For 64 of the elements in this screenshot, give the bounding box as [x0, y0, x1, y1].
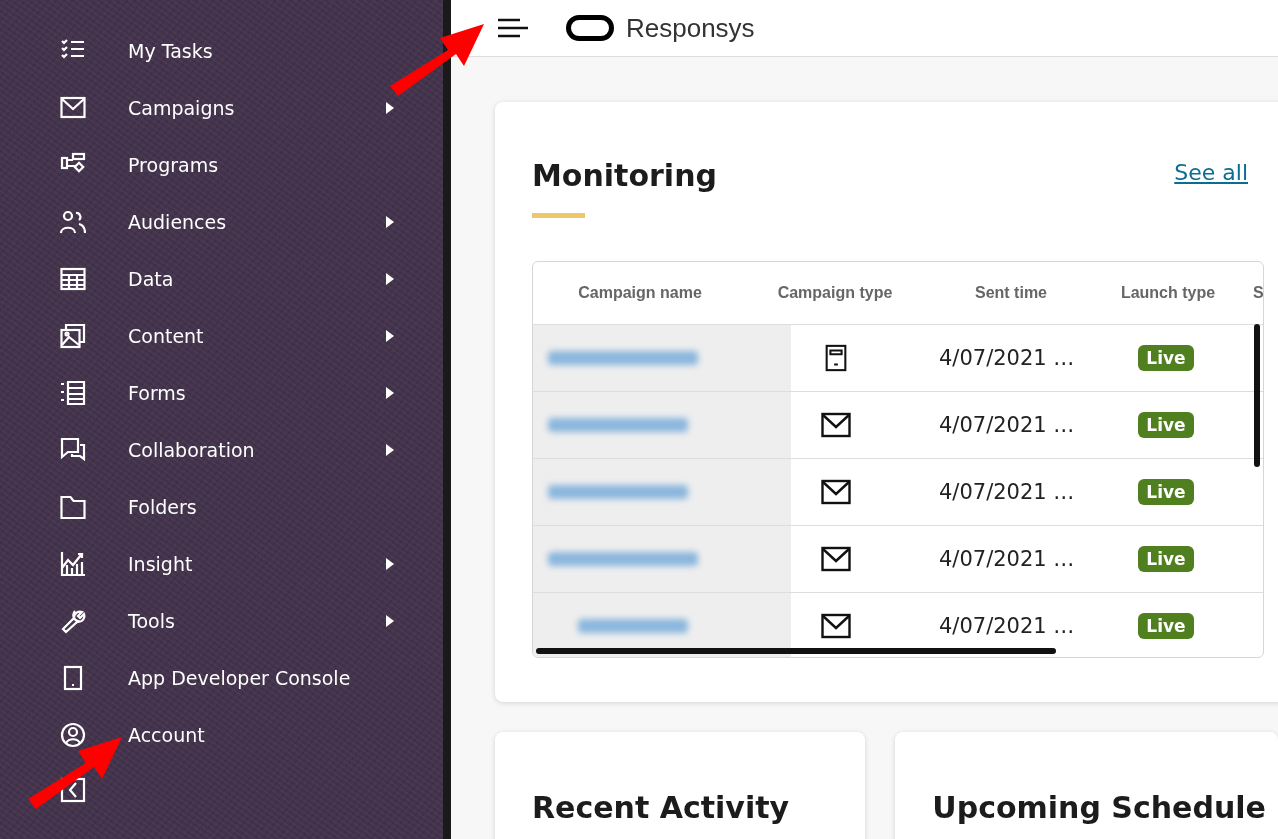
image-icon: [60, 322, 86, 349]
scrollbar[interactable]: [536, 648, 1056, 654]
mail-icon: [821, 478, 851, 506]
sidebar-item-label: Forms: [128, 381, 186, 404]
column-header[interactable]: Campaign type: [747, 284, 923, 302]
logo-icon: [566, 15, 614, 41]
table-icon: [60, 265, 86, 292]
sidebar-item-label: Tools: [128, 609, 175, 632]
mail-icon: [821, 411, 851, 439]
card-title: Recent Activity: [532, 790, 791, 825]
sidebar-item-label: App Developer Console: [128, 666, 351, 689]
sidebar-item-label: Account: [128, 723, 205, 746]
forms-icon: [60, 379, 86, 406]
sidebar-item-label: Data: [128, 267, 174, 290]
app-name: Responsys: [626, 12, 755, 44]
sidebar-item[interactable]: Content: [0, 307, 443, 364]
card-title: Monitoring: [532, 158, 717, 193]
chat-icon: [60, 436, 86, 463]
sidebar-item-label: Content: [128, 324, 204, 347]
sidebar-item-label: Campaigns: [128, 96, 235, 119]
scrollbar[interactable]: [1254, 324, 1260, 467]
title-underline: [532, 213, 585, 218]
sidebar-item-label: Insight: [128, 552, 193, 575]
sent-time-cell-text: 4/07/2021 …: [938, 614, 1076, 638]
sidebar-item-label: Programs: [128, 153, 219, 176]
sidebar-item[interactable]: Data: [0, 250, 443, 307]
sidebar-item[interactable]: Audiences: [0, 193, 443, 250]
sidebar-item[interactable]: My Tasks: [0, 22, 443, 79]
card-title: Upcoming Schedule: [932, 790, 1267, 825]
status-badge: Live: [1138, 613, 1194, 639]
mail-icon: [60, 94, 86, 121]
column-header[interactable]: Campaign name: [533, 284, 747, 302]
sidebar-item[interactable]: Tools: [0, 592, 443, 649]
sent-time-cell-text: 4/07/2021 …: [938, 413, 1076, 437]
sidebar-item[interactable]: Account: [0, 706, 443, 763]
sidebar-item[interactable]: Forms: [0, 364, 443, 421]
column-header[interactable]: Launch type: [1099, 284, 1237, 302]
sidebar-item-label: Audiences: [128, 210, 227, 233]
chart-icon: [60, 550, 86, 577]
sent-time-cell-text: 4/07/2021 …: [938, 547, 1076, 571]
sidebar-item-label: Collaboration: [128, 438, 255, 461]
people-icon: [60, 208, 86, 235]
menu-icon[interactable]: [498, 18, 528, 38]
sidebar-item-label: My Tasks: [128, 39, 213, 62]
mail-icon: [821, 545, 851, 573]
sidebar-item[interactable]: App Developer Console: [0, 649, 443, 706]
sidebar-item[interactable]: Programs: [0, 136, 443, 193]
folder-icon: [60, 493, 86, 520]
mail-icon: [821, 612, 851, 640]
status-badge: Live: [1138, 546, 1194, 572]
column-header[interactable]: S: [1253, 284, 1263, 302]
see-all-link[interactable]: See all: [1174, 160, 1248, 185]
sidebar-item[interactable]: Folders: [0, 478, 443, 535]
status-badge: Live: [1138, 345, 1194, 371]
sent-time-cell-text: 4/07/2021 …: [938, 480, 1076, 504]
status-badge: Live: [1138, 479, 1194, 505]
sidebar-item-label: Folders: [128, 495, 197, 518]
sent-time-cell-text: 4/07/2021 …: [938, 346, 1076, 370]
sidebar-item[interactable]: Collaboration: [0, 421, 443, 478]
status-badge: Live: [1138, 412, 1194, 438]
sidebar-item[interactable]: Insight: [0, 535, 443, 592]
sidebar-item[interactable]: Campaigns: [0, 79, 443, 136]
user-icon: [60, 721, 86, 748]
column-header[interactable]: Sent time: [923, 284, 1099, 302]
